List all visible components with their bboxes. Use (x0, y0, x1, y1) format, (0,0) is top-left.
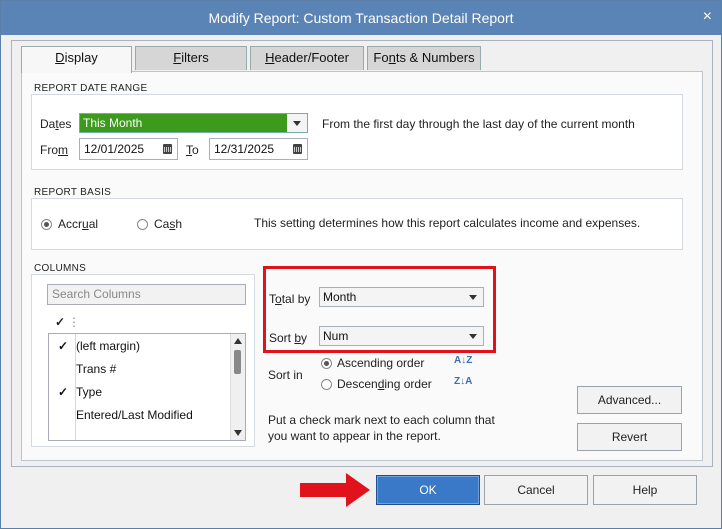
from-date-value: 12/01/2025 (84, 142, 145, 156)
column-label: (left margin) (76, 339, 141, 353)
sort-descending-icon: Z↓A (454, 376, 473, 387)
sort-ascending-icon: A↓Z (454, 355, 473, 366)
chevron-down-icon (293, 121, 301, 126)
dates-dropdown-value: This Month (83, 116, 143, 130)
cancel-button[interactable]: Cancel (484, 475, 588, 505)
list-item[interactable]: ✓ Type (49, 381, 232, 403)
cash-radio[interactable] (137, 219, 148, 230)
dates-label: Dates (40, 117, 72, 131)
tab-display-label: isplay (64, 50, 98, 65)
column-label: Entered/Last Modified (76, 408, 193, 422)
descending-radio[interactable] (321, 379, 332, 390)
columns-section-label: COLUMNS (34, 263, 87, 274)
columns-list: ✓ (left margin) Trans # ✓ Type Entered/L… (48, 333, 246, 441)
title-bar: Modify Report: Custom Transaction Detail… (1, 1, 721, 35)
to-label: To (186, 143, 199, 157)
tab-fonts-numbers-label: ts & Numbers (395, 50, 475, 65)
tab-display[interactable]: Display (21, 46, 132, 73)
from-label: From (40, 143, 68, 157)
sort-in-label: Sort in (268, 368, 303, 382)
date-range-section-label: REPORT DATE RANGE (34, 83, 148, 94)
tab-display-accel: D (55, 50, 65, 65)
help-button[interactable]: Help (593, 475, 697, 505)
ascending-radio[interactable] (321, 358, 332, 369)
tab-filters-label: ilters (181, 50, 209, 65)
descending-label[interactable]: Descending order (337, 377, 432, 391)
scroll-down-icon[interactable] (234, 430, 242, 436)
basis-section-label: REPORT BASIS (34, 187, 112, 198)
ascending-label[interactable]: Ascending order (337, 356, 424, 370)
column-label: Type (76, 385, 103, 399)
annotation-highlight-box (263, 266, 496, 353)
dates-dropdown[interactable]: This Month (79, 113, 308, 133)
modify-report-dialog: Modify Report: Custom Transaction Detail… (0, 0, 722, 529)
basis-description: This setting determines how this report … (254, 216, 641, 230)
dialog-title: Modify Report: Custom Transaction Detail… (208, 10, 514, 26)
columns-scrollbar[interactable] (230, 334, 245, 440)
column-header-separator: ⋮ (68, 315, 80, 329)
advanced-button[interactable]: Advanced... (577, 386, 682, 414)
scroll-thumb[interactable] (234, 350, 241, 374)
revert-button[interactable]: Revert (577, 423, 682, 451)
scroll-up-icon[interactable] (234, 338, 242, 344)
tab-filters[interactable]: Filters (135, 46, 247, 70)
close-icon[interactable]: × (703, 8, 712, 26)
dates-description: From the first day through the last day … (322, 117, 635, 131)
to-date-value: 12/31/2025 (214, 142, 275, 156)
list-item[interactable]: ✓ (left margin) (49, 335, 232, 357)
ok-button[interactable]: OK (376, 475, 480, 505)
tab-header-footer-label: eader/Footer (274, 50, 349, 65)
tab-fonts-numbers-pre: Fo (373, 50, 389, 65)
calendar-icon[interactable] (163, 144, 172, 154)
columns-hint: Put a check mark next to each column tha… (268, 413, 495, 443)
list-item[interactable]: Entered/Last Modified (49, 404, 232, 426)
column-check[interactable]: ✓ (57, 335, 69, 357)
list-item[interactable]: Trans # (49, 358, 232, 380)
tab-fonts-numbers[interactable]: Fonts & Numbers (367, 46, 481, 70)
to-date-input[interactable]: 12/31/2025 (209, 138, 308, 160)
annotation-arrow-icon (300, 473, 370, 507)
accrual-radio[interactable] (41, 219, 52, 230)
cash-label[interactable]: Cash (154, 217, 182, 231)
search-columns-input[interactable]: Search Columns (47, 284, 246, 305)
tab-header-footer[interactable]: Header/Footer (250, 46, 364, 70)
accrual-label[interactable]: Accrual (58, 217, 98, 231)
from-date-input[interactable]: 12/01/2025 (79, 138, 178, 160)
tab-fonts-numbers-accel: n (388, 50, 396, 65)
calendar-icon[interactable] (293, 144, 302, 154)
column-header-check: ✓ (55, 315, 66, 329)
column-label: Trans # (76, 362, 117, 376)
column-check[interactable]: ✓ (57, 381, 69, 403)
